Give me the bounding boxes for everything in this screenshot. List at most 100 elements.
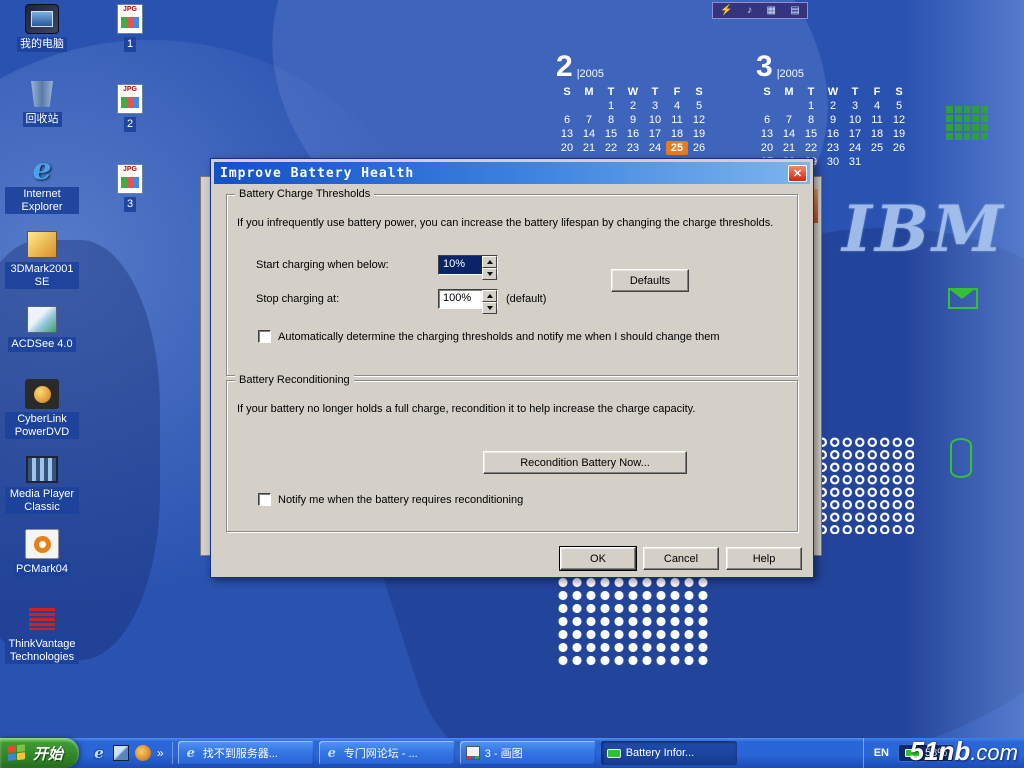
close-icon: ✕	[793, 167, 802, 180]
calendar-date-cell: 1	[600, 99, 622, 113]
task-button[interactable]: Battery Infor...	[601, 741, 737, 765]
recondition-battery-button[interactable]: Recondition Battery Now...	[483, 451, 687, 474]
spin-up-button[interactable]	[482, 256, 497, 268]
start-charging-spinner: 10%	[438, 255, 498, 275]
calendar-date-cell: 5	[888, 99, 910, 113]
calendar-week-row: 13141516171819	[556, 127, 714, 141]
jpg-badge: JPG	[123, 166, 137, 174]
jpg-icon-column: JPG1JPG2JPG3	[92, 4, 168, 244]
calendar-date-cell: 21	[578, 141, 600, 155]
calendar-date-cell: 19	[888, 127, 910, 141]
notify-recondition-checkbox[interactable]	[258, 493, 271, 506]
ie-page-icon	[325, 746, 339, 760]
desktop-icon-label: Media Player Classic	[5, 487, 79, 514]
calendar-date-cell: 20	[556, 141, 578, 155]
calendar-date-cell: 2	[822, 99, 844, 113]
calendar-date-cell: 16	[822, 127, 844, 141]
calendar-mar: 3|2005SMTWTFS123456789101112131415161718…	[756, 54, 914, 169]
help-button[interactable]: Help	[726, 547, 802, 570]
calendar-date-cell: 23	[822, 141, 844, 155]
calendar-date-cell: 18	[666, 127, 688, 141]
start-button[interactable]: 开始	[0, 738, 79, 768]
desktop-icon-label: 回收站	[23, 112, 62, 127]
desktop-icon-acdsee[interactable]: ACDSee 4.0	[4, 304, 80, 379]
green-grid-decoration	[946, 106, 988, 140]
desktop-icon-column: 我的电脑回收站 Internet Explorer 3DMark2001 SE ACD…	[4, 4, 80, 679]
jpg-file-icon-2[interactable]: JPG2	[92, 84, 168, 164]
desktop-icon-thinkvantage[interactable]: ThinkVantage Technologies	[4, 604, 80, 679]
recondition-group-description: If your battery no longer holds a full c…	[237, 403, 789, 415]
defaults-button[interactable]: Defaults	[611, 269, 689, 292]
calendar-date-cell: 13	[556, 127, 578, 141]
task-button[interactable]: 专门网论坛 - ...	[319, 741, 455, 765]
calendar-date-cell: 14	[778, 127, 800, 141]
dialog-body: Battery Charge Thresholds If you infrequ…	[214, 184, 810, 576]
calendar-date-cell	[578, 99, 600, 113]
desktop-icon-pcmark[interactable]: PCMark04	[4, 529, 80, 604]
taskbar: 开始 e » 找不到服务器... 专门网论坛 - ... 3 - 画图Battery…	[0, 738, 1024, 768]
calendar-month-header: 2|2005	[556, 54, 714, 80]
spin-up-button[interactable]	[482, 290, 497, 302]
calendar-day-header: F	[866, 85, 888, 99]
ok-button[interactable]: OK	[560, 547, 636, 570]
paint-icon	[466, 746, 480, 760]
jpg-file-icon: JPG	[117, 4, 143, 34]
speaker-icon: ♪	[747, 6, 752, 16]
dots-pattern	[816, 436, 914, 534]
jpg-badge: JPG	[123, 6, 137, 14]
task-button-label: 专门网论坛 - ...	[344, 745, 418, 761]
desktop-icon-3dmark[interactable]: 3DMark2001 SE	[4, 229, 80, 304]
calendar-date-cell: 22	[600, 141, 622, 155]
task-button[interactable]: 3 - 画图	[460, 741, 596, 765]
auto-determine-checkbox[interactable]	[258, 330, 271, 343]
internet-explorer-quicklaunch-icon[interactable]: e	[91, 745, 107, 761]
calendar-day-header: F	[666, 85, 688, 99]
powerdvd-icon	[25, 379, 59, 409]
envelope-icon	[948, 288, 978, 309]
task-button[interactable]: 找不到服务器...	[178, 741, 314, 765]
calendar-day-header: M	[778, 85, 800, 99]
calendar-date-cell	[756, 99, 778, 113]
calendar-date-cell: 9	[822, 113, 844, 127]
desktop-icon-recycle-bin[interactable]: 回收站	[4, 79, 80, 154]
calendar-month-header: 3|2005	[756, 54, 914, 80]
show-desktop-icon[interactable]	[113, 745, 129, 761]
calendar-date-cell: 19	[688, 127, 710, 141]
calendar-date-cell: 12	[888, 113, 910, 127]
calendar-date-cell	[888, 155, 910, 169]
desktop-icon-powerdvd[interactable]: CyberLink PowerDVD	[4, 379, 80, 454]
watermark-rest: .com	[970, 740, 1018, 765]
chevron-expand-icon[interactable]: »	[157, 746, 164, 760]
desktop-icon-internet-explorer[interactable]: Internet Explorer	[4, 154, 80, 229]
start-charging-label: Start charging when below:	[256, 259, 389, 271]
recycle-bin-icon	[25, 79, 59, 109]
display-icon: ▦	[766, 6, 775, 16]
calendar-date-cell: 4	[666, 99, 688, 113]
jpg-file-icon-3[interactable]: JPG3	[92, 164, 168, 244]
jpg-file-icon-1[interactable]: JPG1	[92, 4, 168, 84]
battery-charge-thresholds-group: Battery Charge Thresholds If you infrequ…	[226, 194, 798, 376]
calendar-date-cell: 26	[888, 141, 910, 155]
desktop-icon-mpc[interactable]: Media Player Classic	[4, 454, 80, 529]
media-player-quicklaunch-icon[interactable]	[135, 745, 151, 761]
calendar-day-header: T	[800, 85, 822, 99]
desktop-icon-my-computer[interactable]: 我的电脑	[4, 4, 80, 79]
stop-charging-value[interactable]: 100%	[439, 290, 482, 308]
language-indicator[interactable]: EN	[874, 747, 889, 759]
calendar-day-headers: SMTWTFS	[756, 85, 914, 99]
dialog-titlebar[interactable]: Improve Battery Health ✕	[214, 162, 810, 184]
spin-down-button[interactable]	[482, 268, 497, 280]
calendar-day-header: T	[600, 85, 622, 99]
start-charging-value[interactable]: 10%	[439, 256, 482, 274]
desktop-icon-label: 3DMark2001 SE	[5, 262, 79, 289]
close-button[interactable]: ✕	[788, 165, 807, 182]
calendar-date-cell: 25	[866, 141, 888, 155]
spin-down-button[interactable]	[482, 302, 497, 314]
calendar-date-cell: 12	[688, 113, 710, 127]
calendar-month-number: 3	[756, 54, 773, 80]
mpc-icon	[25, 454, 59, 484]
desktop: { "desktop": { "ibm_text": "IBM", "jpg_b…	[0, 0, 1024, 768]
stop-charging-label: Stop charging at:	[256, 293, 339, 305]
calendar-date-cell: 15	[800, 127, 822, 141]
cancel-button[interactable]: Cancel	[643, 547, 719, 570]
